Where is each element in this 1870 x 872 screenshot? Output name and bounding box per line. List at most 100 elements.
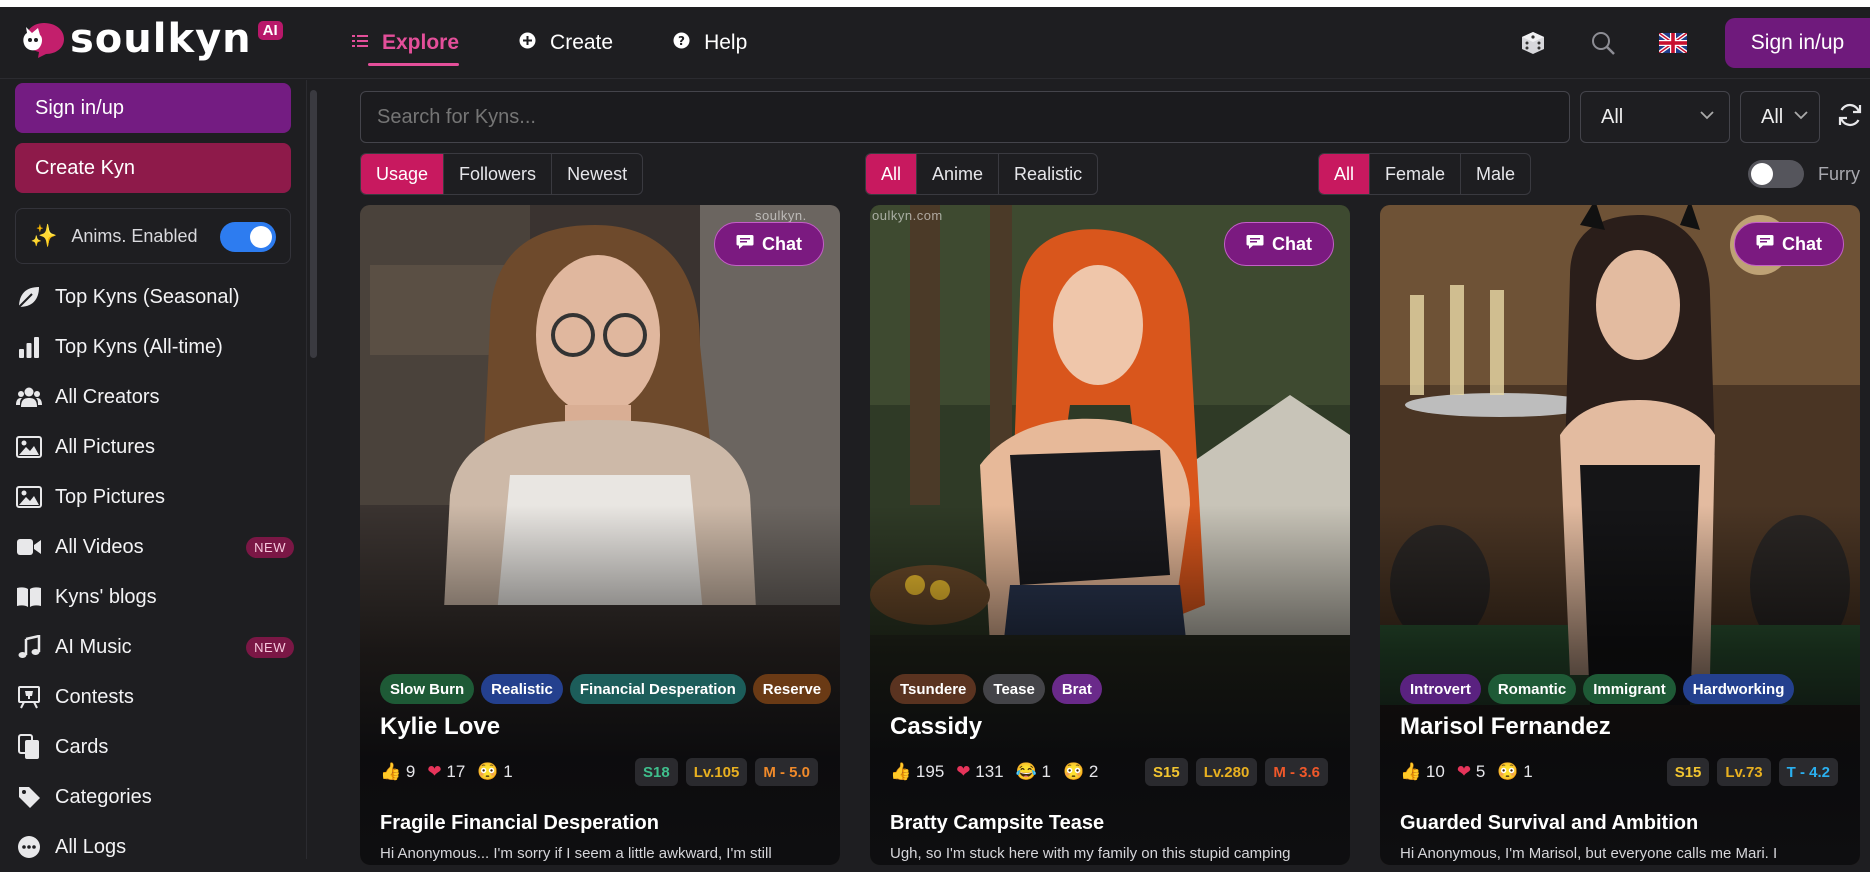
tag[interactable]: Slow Burn xyxy=(380,674,475,704)
search-input[interactable] xyxy=(360,91,1570,143)
sort-segment: Usage Followers Newest xyxy=(360,153,644,195)
sparkles-icon: ✨ xyxy=(30,223,58,248)
scenario-title: Guarded Survival and Ambition xyxy=(1400,812,1699,834)
sidebar-item-label: Cards xyxy=(55,735,109,758)
header-actions: Sign in/up xyxy=(1515,15,1870,71)
sidebar-item-top-kyns-alltime[interactable]: Top Kyns (All-time) xyxy=(14,322,299,372)
filter-select-1[interactable]: All xyxy=(1580,91,1730,143)
create-kyn-button[interactable]: Create Kyn xyxy=(15,143,291,193)
new-badge: NEW xyxy=(246,536,294,558)
tag[interactable]: Immigrant xyxy=(1583,674,1676,704)
chat-label: Chat xyxy=(1782,233,1822,254)
sidebar-item-label: Kyns' blogs xyxy=(55,585,157,608)
gender-female[interactable]: Female xyxy=(1370,154,1462,194)
kyn-name[interactable]: Cassidy xyxy=(890,713,982,741)
flushed-face-icon: 😳 xyxy=(1497,762,1519,781)
kyn-card[interactable]: oulkyn.com Chat Tsundere Tease Brat Cass… xyxy=(870,205,1350,865)
kyn-name[interactable]: Marisol Fernandez xyxy=(1400,713,1611,741)
chevron-down-icon xyxy=(1793,106,1809,129)
tag[interactable]: Financial Desperation xyxy=(569,674,746,704)
furry-toggle[interactable] xyxy=(1748,160,1804,188)
chat-button[interactable]: Chat xyxy=(714,222,824,266)
sidebar-scrollbar-thumb[interactable] xyxy=(310,90,317,358)
sidebar-item-all-logs[interactable]: All Logs xyxy=(14,822,299,872)
tag[interactable]: Tease xyxy=(983,674,1045,704)
style-realistic[interactable]: Realistic xyxy=(999,154,1097,194)
thumbs-up-icon: 👍 xyxy=(1400,762,1422,781)
scenario-title: Bratty Campsite Tease xyxy=(890,812,1105,834)
gender-all[interactable]: All xyxy=(1319,154,1371,194)
header-signin-button[interactable]: Sign in/up xyxy=(1725,18,1870,68)
chat-bubble-icon xyxy=(1246,234,1264,255)
search-icon[interactable] xyxy=(1585,25,1621,61)
gender-segment: All Female Male xyxy=(1318,153,1532,195)
animations-toggle-row: ✨ Anims. Enabled xyxy=(15,208,291,264)
flushed-face-icon: 😳 xyxy=(477,762,499,781)
nav-create[interactable]: Create xyxy=(519,7,613,79)
nav-explore-label: Explore xyxy=(382,31,460,54)
sidebar-item-all-pictures[interactable]: All Pictures xyxy=(14,422,299,472)
thumbs-up-icon: 👍 xyxy=(890,762,912,781)
kyn-card[interactable]: soulkyn. Chat Slow Burn Realistic Financ… xyxy=(360,205,840,865)
card-pills: S15 Lv.280 M - 3.6 xyxy=(1137,758,1328,786)
dice-icon[interactable] xyxy=(1515,25,1551,61)
hearts-count: 5 xyxy=(1475,762,1486,781)
style-anime[interactable]: Anime xyxy=(917,154,1000,194)
filter-select-2[interactable]: All xyxy=(1740,91,1820,143)
tag[interactable]: Brat xyxy=(1051,674,1102,704)
tag[interactable]: Realistic xyxy=(481,674,563,704)
uk-flag-icon[interactable] xyxy=(1655,25,1691,61)
sort-newest[interactable]: Newest xyxy=(552,154,642,194)
sidebar-item-contests[interactable]: Contests xyxy=(14,672,299,722)
tag[interactable]: Tsundere xyxy=(890,674,977,704)
style-all[interactable]: All xyxy=(866,154,918,194)
kyn-name[interactable]: Kylie Love xyxy=(380,713,500,741)
sidebar-item-label: AI Music xyxy=(55,635,132,658)
anims-label: Anims. Enabled xyxy=(71,225,198,246)
level-pill: Lv.280 xyxy=(1195,758,1258,786)
sort-followers[interactable]: Followers xyxy=(444,154,553,194)
new-badge: NEW xyxy=(246,636,294,658)
refresh-icon[interactable] xyxy=(1837,102,1863,133)
gender-male[interactable]: Male xyxy=(1461,154,1530,194)
anims-toggle[interactable] xyxy=(220,222,276,252)
sidebar-item-kyns-blogs[interactable]: Kyns' blogs xyxy=(14,572,299,622)
heart-icon: ❤ xyxy=(956,762,971,781)
chat-label: Chat xyxy=(1272,233,1312,254)
rating-pill: S15 xyxy=(1666,758,1710,786)
sidebar-scrollbar[interactable] xyxy=(306,80,320,859)
plus-circle-icon xyxy=(519,32,536,54)
sidebar-item-all-videos[interactable]: All Videos NEW xyxy=(14,522,299,572)
sidebar-item-all-creators[interactable]: All Creators xyxy=(14,372,299,422)
card-pills: S18 Lv.105 M - 5.0 xyxy=(627,758,818,786)
sidebar-menu: Top Kyns (Seasonal) Top Kyns (All-time) … xyxy=(14,272,299,872)
tag[interactable]: Reserve xyxy=(752,674,832,704)
sort-usage[interactable]: Usage xyxy=(361,154,445,194)
top-header: soulkyn AI Explore Create ? Help Sign in… xyxy=(0,7,1870,79)
nav-explore[interactable]: Explore xyxy=(352,7,460,79)
style-segment: All Anime Realistic xyxy=(865,153,1099,195)
sidebar-item-categories[interactable]: Categories xyxy=(14,772,299,822)
tag[interactable]: Romantic xyxy=(1487,674,1577,704)
sidebar-item-label: Categories xyxy=(55,785,152,808)
question-circle-icon: ? xyxy=(673,32,690,54)
sidebar-signin-button[interactable]: Sign in/up xyxy=(15,83,291,133)
logo[interactable]: soulkyn AI xyxy=(22,19,283,59)
nav-help[interactable]: ? Help xyxy=(673,7,747,79)
tag[interactable]: Introvert xyxy=(1400,674,1481,704)
chat-button[interactable]: Chat xyxy=(1734,222,1844,266)
chat-button[interactable]: Chat xyxy=(1224,222,1334,266)
trophy-board-icon xyxy=(14,683,44,711)
thumbs-up-icon: 👍 xyxy=(380,762,402,781)
rating-pill: S15 xyxy=(1145,758,1188,786)
bar-chart-icon xyxy=(14,333,44,361)
kyn-card[interactable]: Chat Introvert Romantic Immigrant Hardwo… xyxy=(1380,205,1860,865)
tag-icon xyxy=(14,783,44,811)
sidebar-item-ai-music[interactable]: AI Music NEW xyxy=(14,622,299,672)
tag[interactable]: Hardworking xyxy=(1682,674,1795,704)
sidebar-item-cards[interactable]: Cards xyxy=(14,722,299,772)
main-content: All All Usage Followers Newest All Anime… xyxy=(320,80,1870,865)
rating-pill: S18 xyxy=(635,758,678,786)
sidebar-item-top-kyns-seasonal[interactable]: Top Kyns (Seasonal) xyxy=(14,272,299,322)
sidebar-item-top-pictures[interactable]: Top Pictures xyxy=(14,472,299,522)
